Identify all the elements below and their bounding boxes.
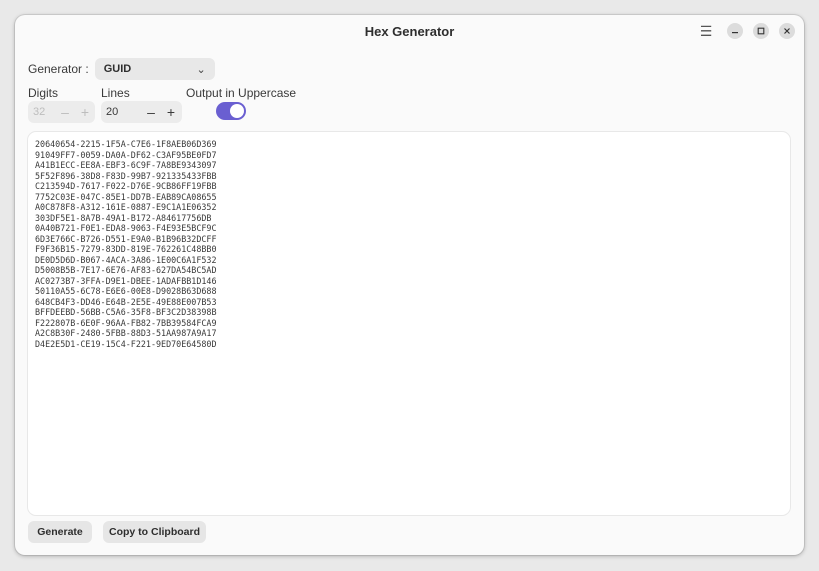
digits-increment-button: + (80, 104, 90, 120)
title-bar: Hex Generator ☰ (15, 15, 804, 47)
digits-decrement-button: – (61, 104, 69, 120)
uppercase-label: Output in Uppercase (186, 86, 297, 100)
output-line: 0A40B721-F0E1-EDA8-9063-F4E93E5BCF9C (35, 223, 217, 233)
window-controls: ☰ (697, 22, 795, 40)
output-line: 6D3E766C-B726-D551-E9A0-B1B96B32DCFF (35, 233, 217, 244)
output-line: A0C878F8-A312-161E-0887-E9C1A1E06352 (35, 202, 217, 212)
output-line: D4E2E5D1-CE19-15C4-F221-9ED70E64580D (35, 338, 217, 349)
generate-button[interactable]: Generate (28, 521, 92, 543)
lines-value[interactable]: 20 (101, 106, 141, 118)
output-line: 5F52F896-38D8-F83D-99B7-921335433FBB (35, 170, 217, 181)
output-line: BFFDEEBD-56BB-C5A6-35F8-BF3C2D38398B (35, 307, 217, 317)
output-textview[interactable]: 20640654-2215-1F5A-C7E6-1F8AEB06D369 9104… (28, 132, 790, 515)
output-line: DE0D5D6D-B067-4ACA-3A86-1E00C6A1F532 (35, 254, 217, 265)
lines-decrement-button[interactable]: – (141, 101, 161, 123)
digits-label: Digits (28, 86, 59, 100)
output-line: A41B1ECC-EE8A-EBF3-6C9F-7A8BE9343097 (35, 160, 217, 170)
digits-value: 32 (33, 106, 46, 118)
maximize-button[interactable] (753, 23, 769, 39)
lines-spinner[interactable]: 20 – + (101, 101, 182, 123)
close-button[interactable] (779, 23, 795, 39)
generator-label: Generator : (28, 62, 89, 76)
output-line: 50110A55-6C78-E6E6-00E8-D9028B63D688 (35, 286, 217, 296)
toggle-knob (230, 104, 244, 118)
output-line: AC0273B7-3FFA-D9E1-DBEE-1ADAFBB1D146 (35, 275, 217, 286)
copy-to-clipboard-button[interactable]: Copy to Clipboard (103, 521, 206, 543)
output-line: F9F36B15-7279-83DD-819E-762261C48BB0 (35, 244, 217, 254)
chevron-down-icon: ⌄ (196, 63, 206, 76)
lines-increment-button[interactable]: + (161, 101, 181, 123)
output-line: 303DF5E1-8A7B-49A1-B172-A84617756DB (35, 212, 212, 223)
generator-dropdown[interactable]: GUID ⌄ (94, 58, 215, 80)
window-title: Hex Generator (364, 23, 455, 39)
output-line: D5008B5B-7E17-6E76-AF83-627DA54BC5AD (35, 265, 217, 275)
generator-row: Generator : GUID ⌄ (28, 58, 215, 80)
close-icon (784, 28, 790, 34)
generator-selected: GUID (103, 63, 132, 75)
output-line: 648CB4F3-DD46-E64B-2E5E-49E88E007B53 (35, 296, 217, 307)
output-line: 91049FF7-0059-DA0A-DF62-C3AF95BE0FD7 (35, 149, 217, 160)
output-line: C213594D-7617-F022-D76E-9CB86FF19FBB (35, 181, 217, 191)
output-line: 20640654-2215-1F5A-C7E6-1F8AEB06D369 (35, 139, 217, 149)
output-line: F222807B-6E0F-96AA-FB82-7BB39584FCA9 (35, 317, 217, 328)
uppercase-toggle[interactable] (216, 102, 246, 120)
minimize-button[interactable] (727, 23, 743, 39)
maximize-icon (757, 27, 765, 35)
lines-label: Lines (101, 86, 130, 100)
digits-spinner: 32 – + (28, 101, 95, 123)
output-line: 7752C03E-047C-85E1-DD7B-EAB89CA08655 (35, 191, 217, 202)
minimize-icon (732, 32, 738, 34)
app-window: Hex Generator ☰ Generator : GUID ⌄ Digit… (15, 15, 804, 555)
output-line: A2C8B30F-2480-5FBB-88D3-51AA987A9A17 (35, 328, 217, 338)
menu-icon[interactable]: ☰ (697, 22, 715, 40)
